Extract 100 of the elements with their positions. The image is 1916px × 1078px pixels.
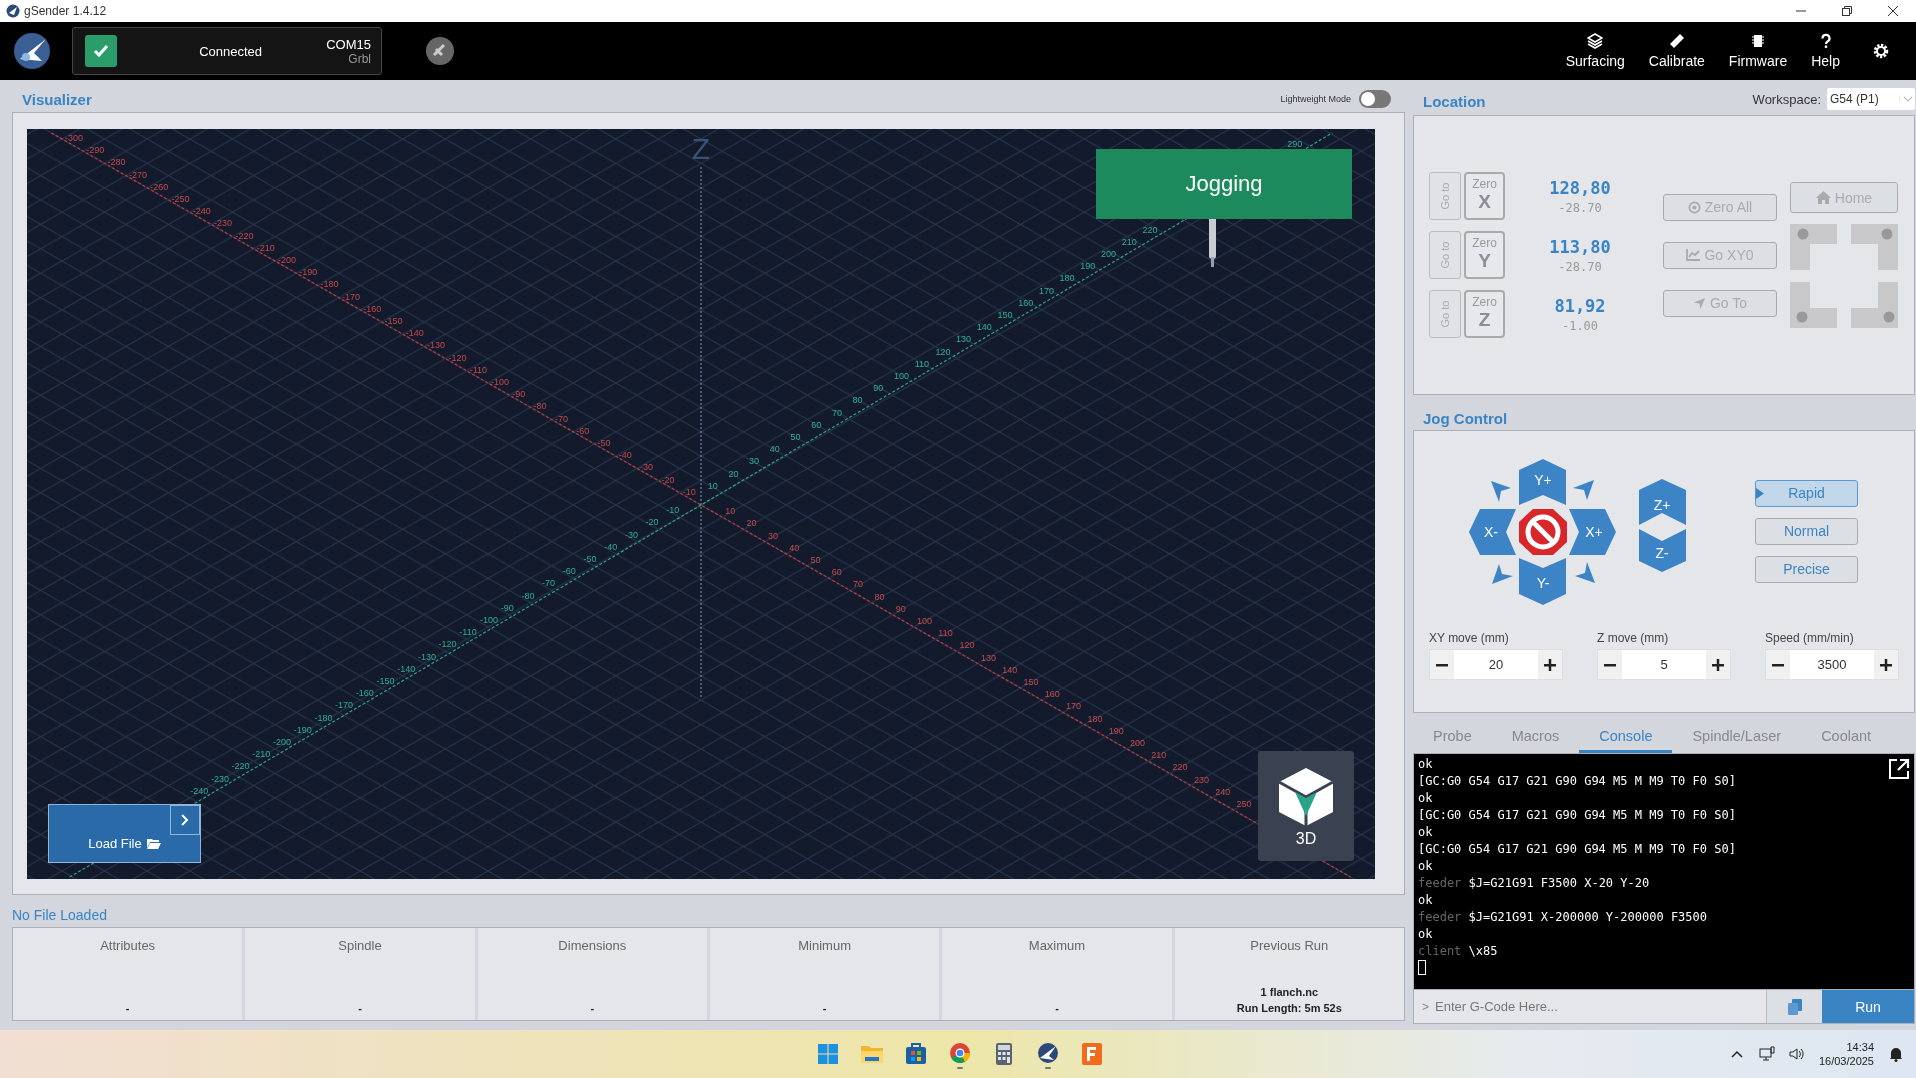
- axis-tick-label: -140: [405, 328, 424, 339]
- axis-tick-label: -180: [314, 712, 333, 723]
- axis-tick-label: -240: [190, 785, 209, 796]
- chevron-icon[interactable]: [170, 805, 200, 835]
- tab[interactable]: Spindle/Laser: [1672, 721, 1802, 753]
- notification-bell-icon[interactable]: [1888, 1046, 1904, 1062]
- section-title: Visualizer: [21, 91, 92, 108]
- axis-tick-label: 10: [707, 480, 718, 491]
- app-icon: [6, 4, 20, 18]
- tab[interactable]: Probe: [1413, 721, 1492, 753]
- workspace-select[interactable]: G54 (P1): [1827, 88, 1915, 110]
- axis-tick-label: 220: [1172, 762, 1188, 773]
- info-value: Run Length: 5m 52s: [1236, 1002, 1342, 1014]
- nav-button[interactable]: Firmware: [1716, 22, 1800, 80]
- axis-tick-label: 60: [831, 567, 842, 578]
- window-title: gSender 1.4.12: [24, 4, 108, 18]
- axis-tick-label: -50: [597, 438, 611, 448]
- jog-x-minus-button[interactable]: X-: [1469, 509, 1516, 555]
- axis-tick-label: 30: [749, 456, 760, 467]
- jog-speed-button[interactable]: Normal: [1755, 517, 1858, 545]
- chip-icon: [1750, 33, 1767, 49]
- console-line: feeder $J=G21G91 X-200000 Y-200000 F3500: [1418, 909, 1707, 926]
- popout-icon[interactable]: [1888, 758, 1910, 780]
- axis-tick-label: 160: [1018, 297, 1034, 308]
- workspace-label: Workspace:: [1752, 91, 1821, 107]
- axis-tick-label: 120: [935, 346, 951, 357]
- axis-tick-label: 150: [997, 310, 1013, 320]
- axis-tick-label: -90: [500, 602, 514, 613]
- jog-speed-button[interactable]: Rapid: [1755, 479, 1858, 507]
- axis-tick-label: -30: [624, 529, 638, 540]
- info-heading: Spindle: [338, 938, 382, 953]
- axis-tick-label: -210: [252, 749, 271, 760]
- info-heading: Dimensions: [558, 938, 627, 953]
- text-cursor: [1418, 960, 1426, 975]
- info-value: -: [590, 1002, 595, 1014]
- firmware-label: Grbl: [348, 51, 371, 66]
- axis-tick-label: -100: [480, 615, 498, 625]
- diagonal-jog-arrow-icon[interactable]: [1575, 562, 1595, 583]
- axis-tick-label: -160: [363, 303, 382, 314]
- zero-axis-button[interactable]: Zero X: [1464, 172, 1505, 220]
- axis-tick-label: -170: [335, 700, 354, 711]
- network-icon[interactable]: [1758, 1046, 1775, 1062]
- jog-z-minus-button[interactable]: Z-: [1639, 529, 1686, 572]
- zero-axis-button[interactable]: Zero Y: [1464, 231, 1505, 279]
- speaker-icon[interactable]: [1788, 1046, 1805, 1062]
- console-line: ok: [1418, 824, 1433, 841]
- info-heading: Maximum: [1028, 938, 1086, 953]
- nav-button[interactable]: Surfacing: [1553, 22, 1637, 80]
- axis-tick-label: -70: [542, 578, 556, 589]
- diagonal-jog-arrow-icon[interactable]: [1573, 480, 1594, 500]
- axis-tick-label: 80: [852, 395, 863, 406]
- clock-time: 14:34: [1846, 1041, 1874, 1053]
- axis-tick-label: -150: [376, 676, 395, 686]
- axis-tick-label: -80: [533, 401, 547, 412]
- tab[interactable]: Coolant: [1801, 721, 1892, 753]
- info-value: -: [822, 1002, 827, 1014]
- diagonal-jog-arrow-icon[interactable]: [1492, 564, 1513, 584]
- info-value: -: [358, 1002, 362, 1014]
- axis-tick-label: 110: [914, 358, 930, 369]
- lightweight-mode-toggle[interactable]: [1359, 90, 1391, 108]
- axis-tick-label: -230: [214, 218, 233, 229]
- chevron-down-icon: [1899, 95, 1915, 103]
- console-line: ok: [1418, 926, 1433, 943]
- plug-icon[interactable]: [424, 35, 456, 67]
- jog-x-plus-button[interactable]: X+: [1569, 509, 1616, 555]
- axis-tick-label: 180: [1087, 713, 1103, 724]
- axis-tick-label: 110: [938, 628, 953, 639]
- tab[interactable]: Macros: [1491, 721, 1580, 753]
- diagonal-jog-arrow-icon[interactable]: [1491, 481, 1511, 502]
- connection-panel[interactable]: Connected COM15 Grbl: [72, 27, 382, 75]
- view-cube-button[interactable]: 3D: [1258, 751, 1354, 861]
- axis-tick-label: -20: [645, 517, 659, 528]
- jog-y-plus-button[interactable]: Y+: [1519, 459, 1566, 505]
- jog-input-label: Z move (mm): [1597, 631, 1670, 645]
- nav-button[interactable]: Help: [1799, 22, 1852, 80]
- file-status: No File Loaded: [12, 907, 107, 923]
- axis-tick-label: 40: [769, 444, 780, 455]
- jog-y-minus-button[interactable]: Y-: [1519, 558, 1566, 605]
- axis-tick-label: -130: [417, 651, 436, 662]
- axis-tick-label: -300: [65, 133, 83, 143]
- console-line: client \x85: [1418, 943, 1498, 960]
- axis-tick-label: -10: [682, 486, 696, 497]
- axis-tick-label: 20: [728, 468, 739, 479]
- jog-speed-button[interactable]: Precise: [1755, 555, 1858, 583]
- z-axis-label: Z: [691, 132, 711, 165]
- axis-tick-label: -20: [661, 474, 675, 485]
- jog-z-plus-button[interactable]: Z+: [1639, 479, 1686, 525]
- nav-button[interactable]: Calibrate: [1636, 22, 1717, 80]
- axis-tick-label: -260: [150, 181, 169, 192]
- axis-tick-label: 200: [1130, 738, 1146, 748]
- load-file-button[interactable]: Load File: [48, 804, 201, 863]
- axis-tick-label: -190: [293, 724, 312, 735]
- axis-tick-label: 30: [767, 530, 778, 541]
- settings-icon[interactable]: [1872, 42, 1890, 60]
- axis-tick-label: 70: [831, 407, 842, 418]
- zero-axis-button[interactable]: Zero Z: [1464, 290, 1505, 338]
- axis-tick-label: 170: [1066, 701, 1082, 712]
- console-line: [GC:G0 G54 G17 G21 G90 G94 M5 M M9 T0 F0 S0]: [1418, 773, 1736, 790]
- axis-tick-label: -240: [192, 206, 211, 217]
- stop-icon[interactable]: [1519, 509, 1567, 555]
